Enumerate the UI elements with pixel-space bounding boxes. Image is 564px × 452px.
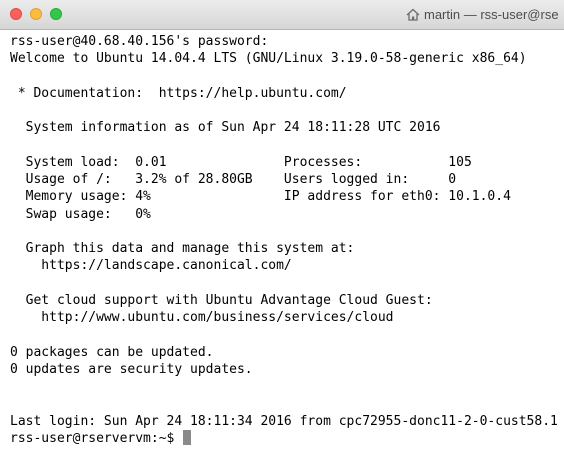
home-icon	[406, 8, 420, 21]
text-cursor	[183, 429, 192, 445]
terminal-line: rss-user@40.68.40.156's password:	[10, 34, 269, 49]
title-bar[interactable]: martin — rss-user@rse	[0, 0, 564, 30]
zoom-window-button[interactable]	[50, 8, 62, 20]
terminal-line: 0 updates are security updates.	[10, 361, 253, 377]
window-title: martin — rss-user@rse	[406, 7, 559, 22]
command-prompt-line[interactable]: rss-user@rservervm:~$	[10, 429, 558, 447]
terminal-lines: rss-user@40.68.40.156's password: Welcome…	[10, 33, 558, 447]
terminal-line: Welcome to Ubuntu 14.04.4 LTS (GNU/Linux…	[10, 51, 527, 67]
terminal-line: Swap usage: 0%	[10, 206, 151, 222]
terminal-line: * Documentation: https://help.ubuntu.com…	[10, 85, 347, 101]
terminal-line: Get cloud support with Ubuntu Advantage …	[10, 292, 433, 308]
terminal-line: System load: 0.01 Processes: 105	[10, 154, 472, 170]
terminal-line: Last login: Sun Apr 24 18:11:34 2016 fro…	[10, 413, 558, 429]
terminal-line: http://www.ubuntu.com/business/services/…	[10, 310, 394, 325]
minimize-window-button[interactable]	[30, 8, 42, 20]
terminal-line: System information as of Sun Apr 24 18:1…	[10, 120, 441, 136]
command-prompt: rss-user@rservervm:~$	[10, 430, 183, 446]
terminal-line: https://landscape.canonical.com/	[10, 258, 292, 274]
close-window-button[interactable]	[10, 8, 22, 20]
terminal-output[interactable]: rss-user@40.68.40.156's password: Welcome…	[0, 31, 564, 452]
terminal-window: martin — rss-user@rse rss-user@40.68.40.…	[0, 0, 564, 452]
terminal-line: Memory usage: 4% IP address for eth0: 10…	[10, 189, 511, 205]
terminal-line: 0 packages can be updated.	[10, 344, 214, 360]
window-title-text: martin — rss-user@rse	[424, 7, 559, 22]
terminal-line: Graph this data and manage this system a…	[10, 241, 355, 256]
terminal-line: Usage of /: 3.2% of 28.80GB Users logged…	[10, 172, 457, 187]
